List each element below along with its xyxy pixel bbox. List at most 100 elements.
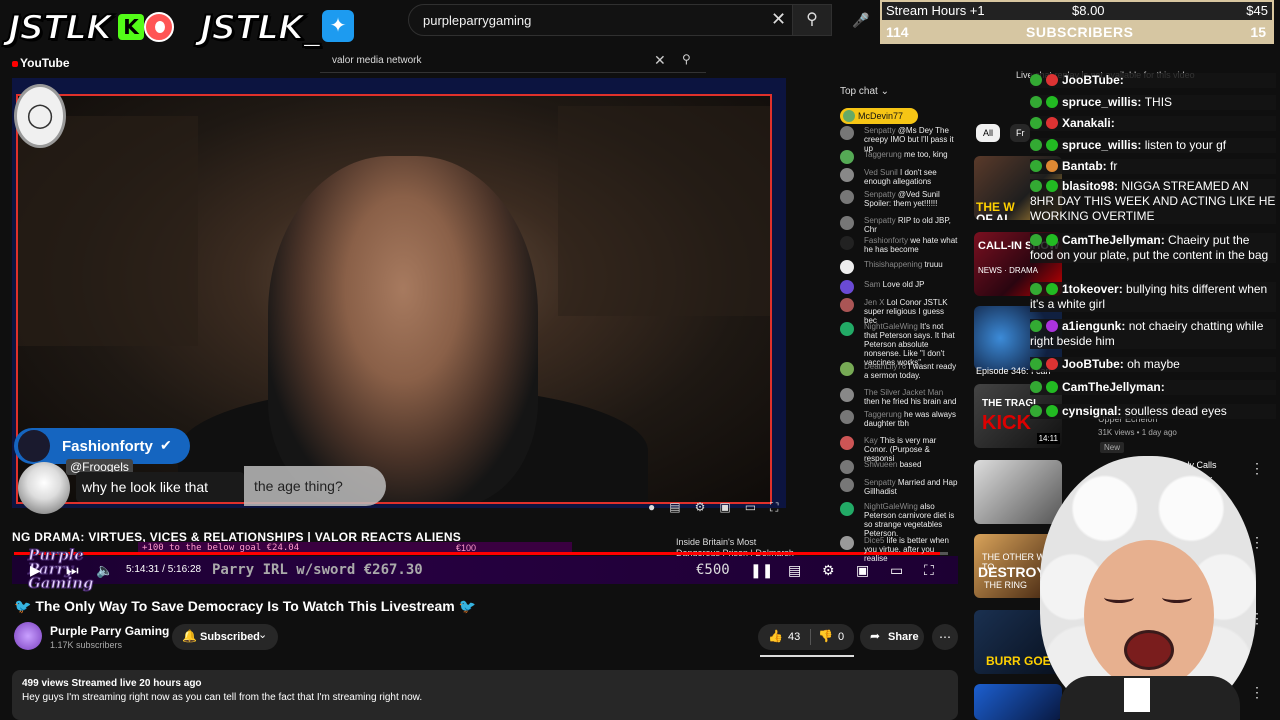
- verified-icon: ✔: [160, 437, 172, 453]
- channel-avatar[interactable]: [14, 622, 42, 650]
- subscribe-label[interactable]: Subscribed: [200, 631, 260, 643]
- twitch-message: fr: [1110, 159, 1118, 173]
- chat-username: Senpatty: [864, 478, 898, 487]
- next-icon[interactable]: ⏭: [66, 562, 79, 579]
- fullscreen-button-icon[interactable]: ⛶: [924, 562, 934, 579]
- user-badge-icon: [1046, 358, 1058, 370]
- twitch-message: soulless dead eyes: [1124, 404, 1227, 418]
- yt-chat-message: Ved Sunil I don't see enough allegations: [840, 168, 958, 186]
- play-icon[interactable]: ▶: [30, 562, 41, 579]
- secondary-search[interactable]: valor media network ✕ ⚲: [320, 50, 706, 73]
- settings-gear-icon[interactable]: ⚙: [822, 562, 835, 579]
- chat-avatar: [840, 260, 854, 274]
- subtitles-icon[interactable]: ▤: [669, 500, 680, 514]
- bell-icon[interactable]: 🔔: [182, 629, 197, 643]
- chat-username: Taggerung: [864, 410, 905, 419]
- stream-goal-widget: Stream Hours +1 $8.00 $45 114 SUBSCRIBER…: [880, 0, 1274, 44]
- share-icon[interactable]: ➦: [870, 629, 880, 643]
- chat-username: Senpatty: [864, 126, 898, 135]
- chat-username: Fashionforty: [864, 236, 911, 245]
- top-chat-dropdown[interactable]: Top chat ⌄: [840, 86, 889, 97]
- subs-target: 15: [1250, 24, 1266, 40]
- chat-username: Jen X: [864, 298, 887, 307]
- chat-avatar: [840, 460, 854, 474]
- mod-badge-icon: [1030, 96, 1042, 108]
- thumbs-up-icon[interactable]: 👍: [768, 629, 783, 643]
- goal-500: €500: [696, 562, 730, 578]
- user-badge-icon: [1046, 180, 1058, 192]
- more-icon-4[interactable]: ⋮: [1250, 684, 1264, 701]
- chip-from[interactable]: Fr: [1010, 124, 1030, 142]
- search-box[interactable]: purpleparrygaming ✕: [408, 4, 832, 36]
- user-badge-icon: [1046, 405, 1058, 417]
- twitch-chat-line: CamTheJellyman:: [1030, 380, 1276, 395]
- mod-badge-icon: [1030, 283, 1042, 295]
- chat-text: truuu: [924, 260, 943, 269]
- yt-chat-message: The Silver Jacket Man then he fried his …: [840, 388, 958, 406]
- mod-badge-icon: [1030, 74, 1042, 86]
- chat-avatar: [840, 298, 854, 312]
- user-badge-icon: [1046, 160, 1058, 172]
- judge-eye-right: [1162, 592, 1192, 603]
- miniplayer-button-icon[interactable]: ▣: [856, 562, 869, 579]
- clear-secondary-icon[interactable]: ✕: [654, 52, 666, 69]
- volume-icon[interactable]: 🔈: [96, 562, 113, 579]
- more-actions-button[interactable]: ⋯: [932, 624, 958, 650]
- yt-chat-message: Taggerung me too, king: [840, 150, 958, 164]
- search-icon[interactable]: ⚲: [682, 52, 691, 66]
- video-title: 🐦 The Only Way To Save Democracy Is To W…: [14, 598, 477, 614]
- reco-thumb-8[interactable]: [974, 684, 1062, 720]
- reco-thumb-5[interactable]: [974, 460, 1062, 524]
- mod-badge-icon: [1030, 381, 1042, 393]
- twitter-icon: ✦: [322, 10, 354, 42]
- user-badge-icon: [1046, 234, 1058, 246]
- chat-username: Thisishappening: [864, 260, 925, 269]
- captions-icon[interactable]: ▤: [788, 562, 801, 579]
- autoplay-icon[interactable]: ❚❚: [750, 562, 773, 579]
- theater-button-icon[interactable]: ▭: [890, 562, 903, 579]
- yt-chat-message: Senpatty RIP to old JBP, Chr: [840, 216, 958, 234]
- chat-avatar: [840, 362, 854, 376]
- twitch-chat-line: blasito98: NIGGA STREAMED AN 8HR DAY THI…: [1030, 179, 1276, 224]
- mic-icon[interactable]: 🎤: [852, 12, 869, 28]
- inner-player-controls[interactable]: ● ▤ ⚙ ▣ ▭ ⛶: [648, 500, 792, 515]
- more-icon-1[interactable]: ⋮: [1250, 460, 1264, 477]
- share-label[interactable]: Share: [888, 631, 919, 643]
- chat-text: Love old JP: [882, 280, 925, 289]
- progress-fill: [14, 552, 940, 555]
- yt-chat-message: Senpatty @Ms Dey The creepy IMO but I'll…: [840, 126, 958, 153]
- chip-all[interactable]: All: [976, 124, 1000, 142]
- clear-search-icon[interactable]: ✕: [771, 9, 786, 30]
- thumbs-down-icon[interactable]: 👎: [818, 629, 833, 643]
- chat-username: The Silver Jacket Man: [864, 388, 944, 397]
- jstlk-logo-left: JSTLK: [7, 7, 113, 49]
- channel-name[interactable]: Purple Parry Gaming: [50, 624, 169, 638]
- twitch-username: Bantab:: [1062, 159, 1110, 173]
- chat-avatar: [840, 126, 854, 140]
- miniplayer-icon[interactable]: ▣: [719, 500, 730, 514]
- user-badge-icon: [1046, 320, 1058, 332]
- chevron-down-icon[interactable]: ⌄: [258, 628, 267, 641]
- chat-avatar: [18, 430, 50, 462]
- autoplay-toggle-icon[interactable]: ●: [648, 500, 655, 514]
- chat-username: Shwueen: [864, 460, 900, 469]
- twitch-chat-line: Bantab: fr: [1030, 159, 1276, 174]
- youtube-logo[interactable]: YouTube: [12, 56, 70, 70]
- yt-chat-message: Thisishappening truuu: [840, 260, 958, 274]
- reco-meta-4: 31K views • 1 day ago: [1098, 428, 1177, 437]
- chat-avatar: [840, 502, 854, 516]
- chat-username: Senpatty: [864, 190, 898, 199]
- dislike-count: 0: [838, 631, 845, 643]
- fullscreen-icon[interactable]: ⛶: [770, 500, 778, 514]
- judge-eye-left: [1104, 592, 1134, 603]
- chat-avatar: [840, 436, 854, 450]
- twitch-username: CamTheJellyman:: [1062, 380, 1165, 394]
- search-button[interactable]: ⚲: [792, 4, 832, 36]
- theater-icon[interactable]: ▭: [745, 500, 756, 514]
- chat-avatar: [840, 322, 854, 336]
- settings-icon[interactable]: ⚙: [695, 500, 706, 514]
- secondary-search-input[interactable]: valor media network: [332, 55, 421, 66]
- stream-amount: $8.00: [1072, 3, 1105, 18]
- yt-chat-message: NightGaleWing It's not that Peterson say…: [840, 322, 958, 367]
- search-input[interactable]: purpleparrygaming: [423, 13, 531, 28]
